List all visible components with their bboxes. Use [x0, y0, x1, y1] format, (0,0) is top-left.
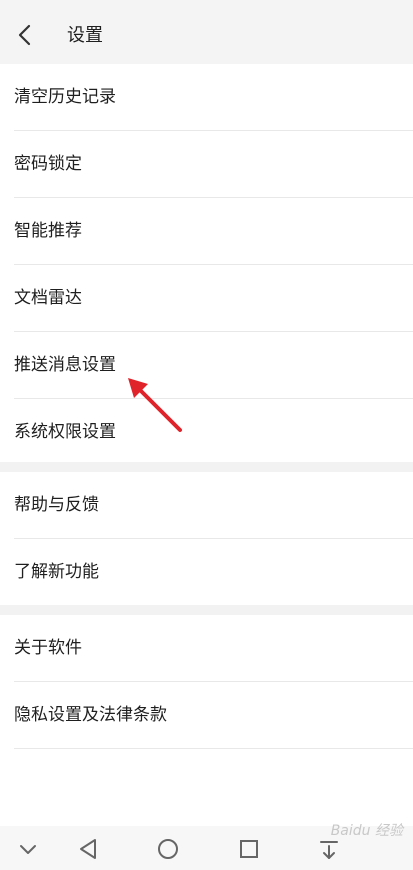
- settings-item-help-feedback[interactable]: 帮助与反馈: [14, 472, 413, 539]
- settings-item-label: 系统权限设置: [14, 422, 116, 442]
- home-circle-icon[interactable]: [155, 836, 181, 862]
- settings-item-push-notification[interactable]: 推送消息设置: [14, 332, 413, 399]
- settings-section-help: 帮助与反馈 了解新功能: [0, 472, 413, 605]
- annotation-arrow-icon: [128, 378, 182, 432]
- settings-section-about: 关于软件 隐私设置及法律条款: [0, 615, 413, 749]
- page-title: 设置: [67, 25, 103, 46]
- settings-item-label: 了解新功能: [14, 562, 99, 582]
- settings-item-label: 关于软件: [14, 638, 82, 658]
- chevron-left-icon: [18, 24, 31, 46]
- settings-item-clear-history[interactable]: 清空历史记录: [14, 64, 413, 131]
- watermark-logo: Baidu 经验: [330, 823, 403, 839]
- settings-item-label: 密码锁定: [14, 154, 82, 174]
- chevron-down-icon[interactable]: [15, 836, 41, 862]
- settings-item-label: 帮助与反馈: [14, 495, 99, 515]
- recents-square-icon[interactable]: [236, 836, 262, 862]
- settings-item-new-features[interactable]: 了解新功能: [14, 539, 413, 605]
- top-app-bar: 设置: [0, 0, 413, 68]
- settings-item-privacy-legal[interactable]: 隐私设置及法律条款: [14, 682, 413, 749]
- section-divider: [0, 462, 413, 472]
- settings-item-label: 清空历史记录: [14, 87, 116, 107]
- back-button[interactable]: [10, 20, 40, 50]
- section-divider: [0, 605, 413, 615]
- settings-section-general: 清空历史记录 密码锁定 智能推荐 文档雷达 推送消息设置 系统权限设置: [0, 64, 413, 465]
- back-triangle-icon[interactable]: [75, 836, 101, 862]
- settings-item-doc-radar[interactable]: 文档雷达: [14, 265, 413, 332]
- settings-item-password-lock[interactable]: 密码锁定: [14, 131, 413, 198]
- settings-item-system-permissions[interactable]: 系统权限设置: [14, 399, 413, 465]
- settings-item-label: 智能推荐: [14, 221, 82, 241]
- settings-item-label: 推送消息设置: [14, 355, 116, 375]
- settings-item-smart-recommend[interactable]: 智能推荐: [14, 198, 413, 265]
- settings-item-label: 隐私设置及法律条款: [14, 705, 167, 725]
- settings-item-about[interactable]: 关于软件: [14, 615, 413, 682]
- settings-item-label: 文档雷达: [14, 288, 82, 308]
